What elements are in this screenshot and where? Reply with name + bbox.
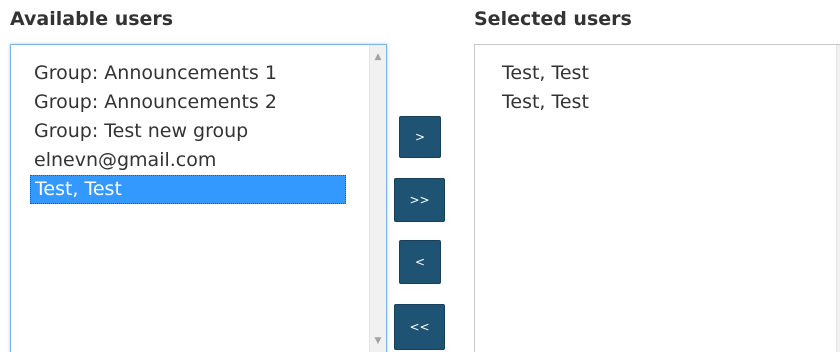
available-users-heading: Available users: [10, 8, 174, 30]
available-option-elnevn-email[interactable]: elnevn@gmail.com: [30, 146, 346, 175]
available-option-group-announcements-1[interactable]: Group: Announcements 1: [30, 59, 346, 88]
selected-users-listbox[interactable]: Test, Test Test, Test ▲ ▼: [474, 44, 840, 352]
available-option-test-test[interactable]: Test, Test: [30, 175, 346, 204]
add-all-button[interactable]: >>: [394, 178, 445, 222]
available-users-listbox[interactable]: Group: Announcements 1 Group: Announceme…: [10, 44, 387, 352]
available-users-scrollbar[interactable]: ▲ ▼: [369, 45, 386, 352]
available-users-options: Group: Announcements 1 Group: Announceme…: [30, 59, 346, 204]
selected-users-heading: Selected users: [474, 8, 632, 30]
selected-option-test-test-2[interactable]: Test, Test: [498, 88, 813, 117]
triangle-down-icon[interactable]: ▼: [370, 333, 386, 349]
available-option-group-test-new-group[interactable]: Group: Test new group: [30, 117, 346, 146]
selected-users-options: Test, Test Test, Test: [498, 59, 813, 117]
available-option-group-announcements-2[interactable]: Group: Announcements 2: [30, 88, 346, 117]
selected-users-scrollbar[interactable]: ▲ ▼: [836, 45, 840, 352]
selected-option-test-test-1[interactable]: Test, Test: [498, 59, 813, 88]
remove-selected-button[interactable]: <: [399, 240, 441, 284]
triangle-up-icon[interactable]: ▲: [370, 49, 386, 65]
user-picker: Available users Selected users Group: An…: [0, 0, 840, 352]
add-selected-button[interactable]: >: [399, 116, 441, 158]
remove-all-button[interactable]: <<: [394, 304, 445, 350]
